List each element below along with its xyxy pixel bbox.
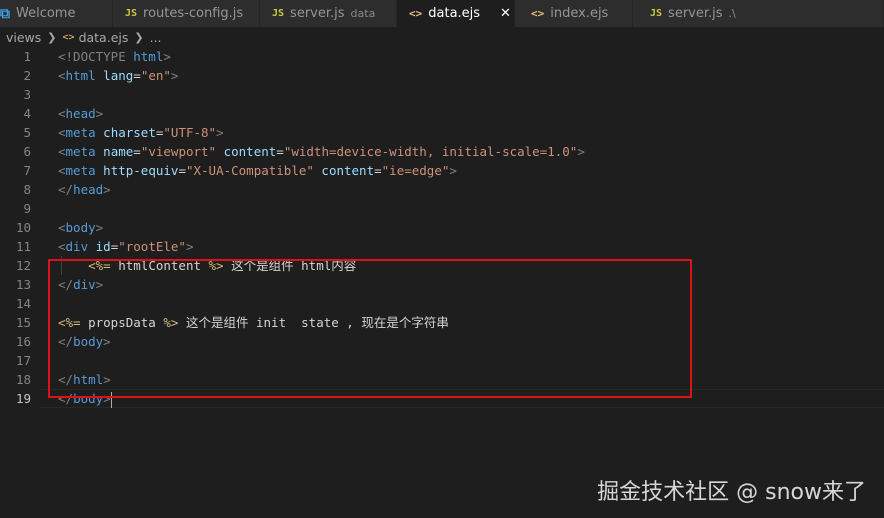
code-line[interactable]: 10 <body> bbox=[0, 218, 884, 237]
line-number: 2 bbox=[23, 68, 31, 83]
tab-server-data[interactable]: JS server.js data bbox=[260, 0, 397, 27]
code-line[interactable]: 6 <meta name="viewport" content="width=d… bbox=[0, 142, 884, 161]
line-number: 3 bbox=[23, 87, 31, 102]
line-content[interactable]: <!DOCTYPE html> bbox=[58, 47, 171, 66]
chevron-right-icon: ❯ bbox=[134, 30, 144, 44]
line-content[interactable]: <meta name="viewport" content="width=dev… bbox=[58, 142, 585, 161]
ejs-file-icon: <> bbox=[531, 7, 545, 20]
line-number: 12 bbox=[15, 258, 31, 273]
line-number: 7 bbox=[23, 163, 31, 178]
tab-label: server.js bbox=[668, 6, 723, 21]
line-number: 18 bbox=[15, 372, 31, 387]
line-content[interactable]: <head> bbox=[58, 104, 103, 123]
line-number: 1 bbox=[23, 49, 31, 64]
line-number: 9 bbox=[23, 201, 31, 216]
line-content[interactable]: <meta charset="UTF-8"> bbox=[58, 123, 224, 142]
tab-routes-config[interactable]: JS routes-config.js bbox=[113, 0, 260, 27]
line-number: 13 bbox=[15, 277, 31, 292]
line-number: 4 bbox=[23, 106, 31, 121]
code-line[interactable]: 1 <!DOCTYPE html> bbox=[0, 47, 884, 66]
line-number: 11 bbox=[15, 239, 31, 254]
tab-welcome[interactable]: ⧉ Welcome bbox=[0, 0, 113, 27]
line-number: 6 bbox=[23, 144, 31, 159]
code-editor[interactable]: 1 <!DOCTYPE html> 2 <html lang="en"> 3 4… bbox=[0, 47, 884, 518]
line-content[interactable]: <html lang="en"> bbox=[58, 66, 178, 85]
code-line[interactable]: 5 <meta charset="UTF-8"> bbox=[0, 123, 884, 142]
line-number: 5 bbox=[23, 125, 31, 140]
line-number: 17 bbox=[15, 353, 31, 368]
line-content[interactable]: <div id="rootEle"> bbox=[58, 237, 193, 256]
tab-description: data bbox=[350, 7, 376, 20]
line-number: 10 bbox=[15, 220, 31, 235]
line-content[interactable]: <body> bbox=[58, 218, 103, 237]
code-line[interactable]: 8 </head> bbox=[0, 180, 884, 199]
tab-bar: ⧉ Welcome JS routes-config.js JS server.… bbox=[0, 0, 884, 27]
line-number: 14 bbox=[15, 296, 31, 311]
code-line[interactable]: 3 bbox=[0, 85, 884, 104]
tab-label: routes-config.js bbox=[143, 6, 244, 21]
tab-label: index.ejs bbox=[550, 6, 609, 21]
code-line[interactable]: 2 <html lang="en"> bbox=[0, 66, 884, 85]
ejs-file-icon: <> bbox=[409, 7, 423, 20]
code-line[interactable]: 4 <head> bbox=[0, 104, 884, 123]
tab-description: .\ bbox=[728, 7, 736, 20]
ejs-file-icon: <> bbox=[62, 31, 75, 43]
watermark: 掘金技术社区 @ snow来了 bbox=[597, 480, 866, 505]
code-line[interactable]: 7 <meta http-equiv="X-UA-Compatible" con… bbox=[0, 161, 884, 180]
breadcrumb-more[interactable]: ... bbox=[150, 30, 162, 45]
js-file-icon: JS bbox=[125, 8, 138, 19]
breadcrumb-file[interactable]: data.ejs bbox=[79, 30, 129, 45]
breadcrumb-folder[interactable]: views bbox=[6, 30, 41, 45]
close-icon[interactable]: ✕ bbox=[500, 6, 511, 21]
annotation-highlight-box bbox=[48, 259, 692, 398]
breadcrumb: views ❯ <> data.ejs ❯ ... bbox=[0, 27, 884, 47]
line-content[interactable]: </head> bbox=[58, 180, 111, 199]
js-file-icon: JS bbox=[272, 8, 285, 19]
vscode-icon: ⧉ bbox=[0, 5, 10, 22]
js-file-icon: JS bbox=[650, 8, 663, 19]
code-line[interactable]: 9 bbox=[0, 199, 884, 218]
line-number: 16 bbox=[15, 334, 31, 349]
tab-label: Welcome bbox=[16, 6, 76, 21]
line-number: 8 bbox=[23, 182, 31, 197]
line-content[interactable]: <meta http-equiv="X-UA-Compatible" conte… bbox=[58, 161, 457, 180]
line-number: 19 bbox=[15, 391, 31, 406]
chevron-right-icon: ❯ bbox=[47, 30, 57, 44]
tab-server-root[interactable]: JS server.js .\ bbox=[633, 0, 884, 27]
tab-label: data.ejs bbox=[428, 6, 481, 21]
line-number: 15 bbox=[15, 315, 31, 330]
tab-index-ejs[interactable]: <> index.ejs bbox=[515, 0, 633, 27]
code-line[interactable]: 11 <div id="rootEle"> bbox=[0, 237, 884, 256]
tab-label: server.js bbox=[290, 6, 345, 21]
tab-data-ejs[interactable]: <> data.ejs ✕ bbox=[397, 0, 515, 27]
